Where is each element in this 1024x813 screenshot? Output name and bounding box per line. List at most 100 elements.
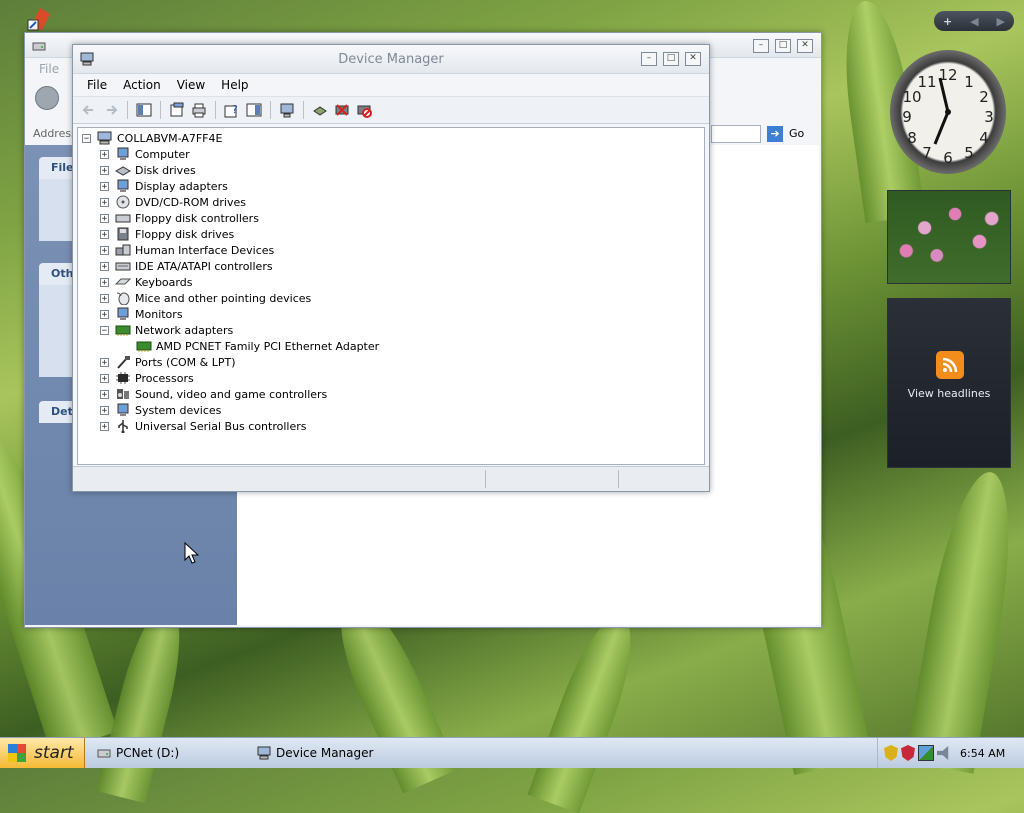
network-card-icon	[136, 341, 152, 352]
menu-view[interactable]: View	[169, 78, 213, 92]
usb-icon	[118, 420, 128, 433]
clock-gadget[interactable]: 12 1 2 345 678 9 10 11	[890, 50, 1006, 174]
security-alert-icon[interactable]	[901, 745, 915, 761]
expand-toggle[interactable]: +	[100, 405, 109, 415]
add-gadget-button[interactable]: +	[943, 15, 952, 28]
sound-icon	[117, 389, 129, 399]
collapse-toggle[interactable]: −	[82, 133, 91, 143]
expand-toggle[interactable]: +	[100, 421, 109, 431]
print-icon[interactable]	[189, 100, 209, 120]
tree-category[interactable]: + Display adapters	[100, 178, 228, 194]
expand-toggle[interactable]: +	[100, 165, 109, 175]
expand-toggle[interactable]: +	[100, 229, 109, 239]
menu-file[interactable]: File	[79, 78, 115, 92]
minimize-button[interactable]: –	[641, 52, 657, 66]
back-icon[interactable]	[35, 86, 59, 110]
tree-category[interactable]: + Disk drives	[100, 162, 196, 178]
help-icon[interactable]: ?	[222, 100, 242, 120]
go-arrow-icon[interactable]: ➔	[767, 126, 783, 142]
tree-category[interactable]: + DVD/CD-ROM drives	[100, 194, 246, 210]
tree-category[interactable]: + Universal Serial Bus controllers	[100, 418, 306, 434]
expand-toggle[interactable]: +	[100, 277, 109, 287]
tree-category[interactable]: + Mice and other pointing devices	[100, 290, 311, 306]
expand-toggle[interactable]: +	[100, 309, 109, 319]
expand-toggle[interactable]: +	[100, 149, 109, 159]
show-hide-tree-icon[interactable]	[134, 100, 154, 120]
toolbar-separator	[160, 101, 161, 119]
disable-icon[interactable]	[354, 100, 374, 120]
tree-category[interactable]: + Ports (COM & LPT)	[100, 354, 236, 370]
start-button[interactable]: start	[0, 738, 85, 768]
expand-toggle[interactable]: +	[100, 389, 109, 399]
maximize-button[interactable]: □	[663, 52, 679, 66]
port-icon	[117, 356, 130, 369]
display-icon	[117, 179, 129, 192]
menu-help[interactable]: Help	[213, 78, 256, 92]
security-shield-icon[interactable]	[884, 745, 898, 761]
collapse-toggle[interactable]: −	[100, 325, 109, 335]
clock-text[interactable]: 6:54 AM	[960, 747, 1005, 760]
previous-arrow-icon[interactable]: ◀	[970, 15, 978, 28]
go-label[interactable]: Go	[789, 127, 804, 140]
taskbar-item-device-manager[interactable]: Device Manager	[256, 741, 373, 765]
feed-headlines-gadget[interactable]: View headlines	[887, 298, 1011, 468]
network-tray-icon[interactable]	[918, 745, 934, 761]
close-button[interactable]: ✕	[797, 39, 813, 53]
menu-file[interactable]: File	[39, 62, 59, 76]
menu-action[interactable]: Action	[115, 78, 169, 92]
expand-toggle[interactable]: +	[100, 357, 109, 367]
tree-category[interactable]: + IDE ATA/ATAPI controllers	[100, 258, 273, 274]
network-icon	[115, 325, 131, 336]
tree-category[interactable]: + Floppy disk drives	[100, 226, 234, 242]
tree-category[interactable]: + Monitors	[100, 306, 183, 322]
properties-icon[interactable]	[167, 100, 187, 120]
tree-category[interactable]: + Floppy disk controllers	[100, 210, 259, 226]
action-pane-icon[interactable]	[244, 100, 264, 120]
close-button[interactable]: ✕	[685, 52, 701, 66]
maximize-button[interactable]: □	[775, 39, 791, 53]
explorer-window-buttons: – □ ✕	[753, 39, 813, 53]
expand-toggle[interactable]: +	[100, 181, 109, 191]
scan-hardware-icon[interactable]	[277, 100, 297, 120]
taskbar-item-label: PCNet (D:)	[116, 746, 180, 760]
address-dropdown[interactable]	[711, 125, 761, 143]
svg-text:?: ?	[232, 103, 238, 116]
system-icon	[117, 403, 129, 416]
next-arrow-icon[interactable]: ▶	[997, 15, 1005, 28]
slideshow-gadget[interactable]	[887, 190, 1011, 284]
desktop-shortcut-icon[interactable]	[26, 4, 54, 32]
clock-face-icon: 12 12 345 678 91011	[902, 66, 994, 167]
taskbar-item-pcnet[interactable]: PCNet (D:)	[96, 741, 179, 765]
expand-toggle[interactable]: +	[100, 197, 109, 207]
tree-category[interactable]: + System devices	[100, 402, 221, 418]
tree-category[interactable]: + Processors	[100, 370, 194, 386]
uninstall-icon[interactable]	[332, 100, 352, 120]
svg-text:9: 9	[902, 108, 912, 126]
tree-root-label: COLLABVM-A7FF4E	[117, 131, 223, 145]
tree-category[interactable]: + Sound, video and game controllers	[100, 386, 327, 402]
tree-category-label: Universal Serial Bus controllers	[135, 419, 307, 433]
volume-icon[interactable]	[937, 746, 949, 760]
expand-toggle[interactable]: +	[100, 245, 109, 255]
taskbar: start PCNet (D:) Device Manager 6:54 AM	[0, 737, 1024, 768]
tree-device[interactable]: AMD PCNET Family PCI Ethernet Adapter	[136, 338, 379, 354]
tree-category[interactable]: + Keyboards	[100, 274, 192, 290]
toolbar-separator	[215, 101, 216, 119]
forward-arrow-icon[interactable]	[101, 100, 121, 120]
back-arrow-icon[interactable]	[79, 100, 99, 120]
processor-icon	[116, 372, 130, 384]
svg-text:11: 11	[917, 73, 936, 91]
tree-category[interactable]: + Human Interface Devices	[100, 242, 274, 258]
device-tree[interactable]: − COLLABVM-A7FF4E + Computer + Disk driv…	[77, 127, 705, 465]
expand-toggle[interactable]: +	[100, 373, 109, 383]
hid-icon	[115, 244, 131, 256]
expand-toggle[interactable]: +	[100, 293, 109, 303]
minimize-button[interactable]: –	[753, 39, 769, 53]
expand-toggle[interactable]: +	[100, 261, 109, 271]
expand-toggle[interactable]: +	[100, 213, 109, 223]
status-divider	[618, 470, 619, 488]
tree-root[interactable]: − COLLABVM-A7FF4E	[82, 130, 222, 146]
tree-category[interactable]: + Computer	[100, 146, 190, 162]
update-driver-icon[interactable]	[310, 100, 330, 120]
tree-category[interactable]: − Network adapters	[100, 322, 233, 338]
